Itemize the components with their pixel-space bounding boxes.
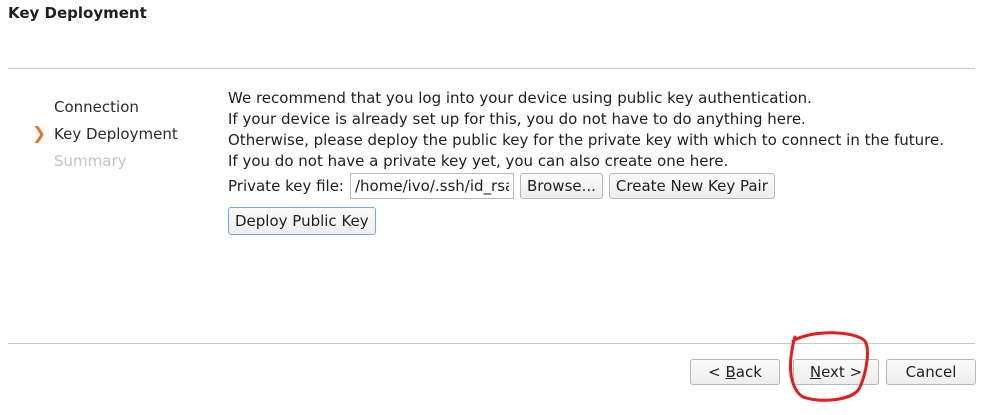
create-new-key-pair-button[interactable]: Create New Key Pair [608,173,775,199]
description-text: We recommend that you log into your devi… [228,88,978,172]
step-label: Summary [54,152,127,170]
back-prefix: < [708,363,726,381]
private-key-file-input[interactable] [350,173,514,199]
description-line: If your device is already set up for thi… [228,110,806,128]
description-line: Otherwise, please deploy the public key … [228,131,944,149]
back-rest: ack [735,363,762,381]
step-label: Connection [54,98,139,116]
next-rest: ext > [821,363,863,381]
private-key-label: Private key file: [228,177,344,195]
description-line: If you do not have a private key yet, yo… [228,152,729,170]
wizard-steps: Connection ❯ Key Deployment Summary [32,96,178,177]
bottom-divider [8,343,975,344]
back-button[interactable]: < Back [690,359,780,385]
browse-button[interactable]: Browse... [520,173,603,199]
step-summary: Summary [32,150,178,177]
step-label: Key Deployment [54,125,178,143]
private-key-row: Private key file: Browse... Create New K… [228,173,781,199]
back-mnemonic: B [725,363,736,381]
cancel-button[interactable]: Cancel [886,359,976,385]
step-connection: Connection [32,96,178,123]
next-button[interactable]: Next > [793,359,879,385]
page-title: Key Deployment [8,4,147,22]
deploy-public-key-button[interactable]: Deploy Public Key [228,207,376,235]
description-line: We recommend that you log into your devi… [228,89,812,107]
chevron-right-icon: ❯ [32,124,47,144]
top-divider [8,68,975,69]
next-mnemonic: N [809,363,822,381]
step-key-deployment: ❯ Key Deployment [32,123,178,150]
